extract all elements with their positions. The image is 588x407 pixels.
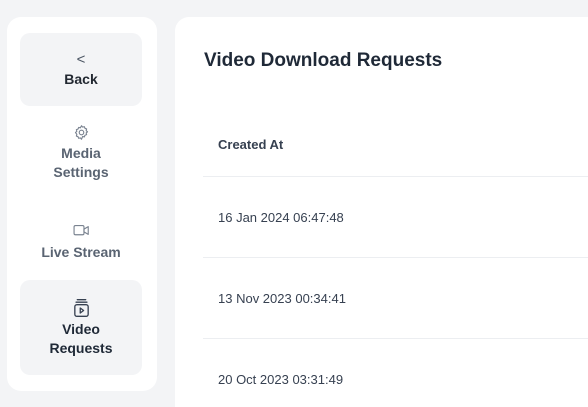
chevron-left-icon: < <box>76 50 86 68</box>
page-title: Video Download Requests <box>204 50 443 71</box>
gear-icon <box>73 122 90 142</box>
table-row[interactable]: 13 Nov 2023 00:34:41 <box>203 258 588 339</box>
created-at-cell: 20 Oct 2023 03:31:49 <box>218 372 344 387</box>
created-at-cell: 13 Nov 2023 00:34:41 <box>218 290 346 306</box>
video-library-icon <box>73 298 90 318</box>
table-row[interactable]: 20 Oct 2023 03:31:49 <box>203 339 588 407</box>
table-row[interactable]: 16 Jan 2024 06:47:48 <box>203 177 588 258</box>
back-button[interactable]: < Back <box>20 33 142 106</box>
requests-table: Created At 16 Jan 2024 06:47:48 13 Nov 2… <box>203 113 588 407</box>
sidebar: < Back Media Settings Live Stream Video … <box>7 17 157 391</box>
live-stream-label: Live Stream <box>41 243 121 260</box>
app-window: < Back Media Settings Live Stream Video … <box>0 0 588 407</box>
main-panel: Video Download Requests Created At 16 Ja… <box>175 17 588 407</box>
sidebar-item-live-stream[interactable]: Live Stream <box>20 213 142 269</box>
video-requests-label: Video Requests <box>49 320 113 356</box>
table-header-row: Created At <box>203 113 588 177</box>
created-at-cell: 16 Jan 2024 06:47:48 <box>218 209 344 225</box>
column-header-created-at[interactable]: Created At <box>218 137 283 152</box>
sidebar-item-media-settings[interactable]: Media Settings <box>20 109 142 195</box>
back-label: Back <box>64 71 98 87</box>
sidebar-item-video-requests[interactable]: Video Requests <box>20 280 142 375</box>
video-camera-icon <box>72 221 90 241</box>
media-settings-label: Media Settings <box>53 145 109 180</box>
